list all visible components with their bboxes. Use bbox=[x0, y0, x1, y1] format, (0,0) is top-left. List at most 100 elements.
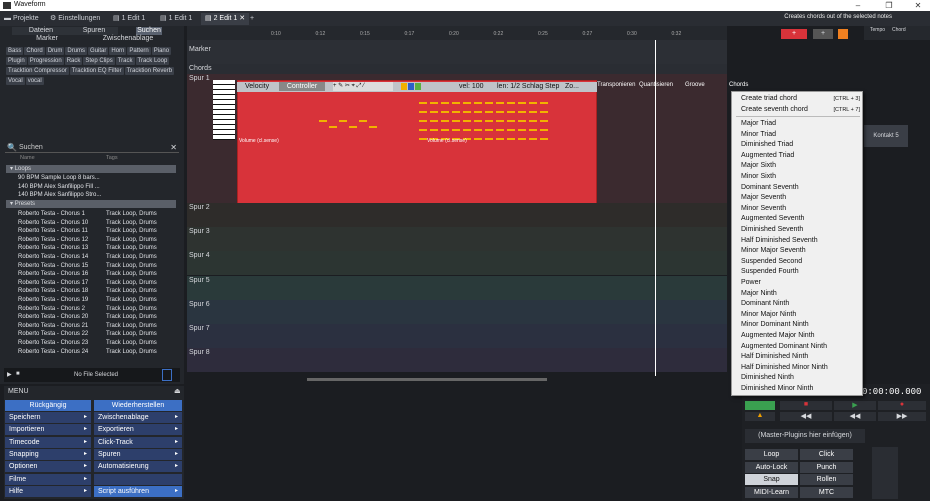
record-button[interactable]: + bbox=[781, 29, 807, 39]
list-item[interactable]: Roberto Testa - Chorus 10 Track Loop, Dru… bbox=[6, 219, 176, 228]
ruler[interactable]: 0:10 0:12 0:15 0:17 0:20 0:22 0:25 0:27 0:30 0:32 bbox=[187, 26, 727, 40]
zoom-field[interactable]: Zo... bbox=[565, 83, 579, 90]
track-1[interactable]: Spur 1 Velocity Controller + ✎ ✂ ⌖ ⤢ ⁄ v… bbox=[187, 74, 748, 205]
midi-note[interactable] bbox=[474, 102, 482, 104]
menu-item[interactable]: Speichern ▸ bbox=[5, 412, 91, 423]
tag-chip[interactable]: Drums bbox=[65, 47, 88, 55]
menu-item[interactable]: Hilfe ▸ bbox=[5, 485, 91, 497]
piano-keys[interactable] bbox=[213, 80, 235, 140]
midi-note[interactable] bbox=[496, 129, 504, 131]
record-dot-button[interactable]: ● bbox=[878, 401, 926, 410]
list-item[interactable]: Roberto Testa - Chorus 2 Track Loop, Drum… bbox=[6, 305, 176, 314]
transport-button[interactable]: Loop bbox=[745, 449, 798, 460]
tag-chip[interactable]: Tracktion Compressor bbox=[6, 67, 69, 75]
color-swatch-icon[interactable] bbox=[401, 83, 407, 90]
midi-note[interactable] bbox=[507, 111, 515, 113]
play-button[interactable]: ▶ bbox=[834, 401, 876, 410]
tag-chip[interactable]: Track bbox=[115, 57, 135, 65]
tab-suchen[interactable]: Suchen bbox=[136, 27, 162, 35]
group-presets[interactable]: ▾ Presets bbox=[6, 200, 176, 208]
tag-chip[interactable]: Piano bbox=[151, 47, 172, 55]
context-item[interactable]: Augmented Triad bbox=[732, 151, 864, 162]
midi-note[interactable] bbox=[430, 120, 438, 122]
track-7[interactable]: Spur 7 bbox=[187, 324, 727, 348]
midi-note[interactable] bbox=[507, 102, 515, 104]
midi-note[interactable] bbox=[485, 102, 493, 104]
tab-marker[interactable]: Marker bbox=[12, 35, 82, 43]
tab-edit-active[interactable]: ▤ 2 Edit 1 ✕ bbox=[201, 13, 250, 25]
context-item[interactable]: Minor Sixth bbox=[732, 172, 864, 183]
search-box[interactable]: 🔍 Suchen ✕ bbox=[5, 143, 179, 153]
transport-button[interactable]: Rollen bbox=[800, 474, 853, 485]
record-mode-button[interactable]: ■ bbox=[780, 401, 832, 410]
midi-note[interactable] bbox=[430, 129, 438, 131]
settings-icon[interactable] bbox=[838, 29, 848, 39]
tab-edit-a[interactable]: ▤ 1 Edit 1 bbox=[113, 13, 145, 25]
midi-note[interactable] bbox=[339, 120, 347, 122]
playhead[interactable] bbox=[655, 40, 656, 376]
tool-icons[interactable]: + ✎ ✂ ⌖ ⤢ ⁄ bbox=[333, 82, 393, 91]
transpose-dropdown[interactable]: Transponieren bbox=[597, 82, 635, 88]
back-button[interactable]: ◀◀ bbox=[834, 412, 876, 421]
midi-note[interactable] bbox=[419, 129, 427, 131]
midi-note[interactable] bbox=[359, 120, 367, 122]
context-item[interactable]: Major Sixth bbox=[732, 161, 864, 172]
context-item[interactable]: Suspended Fourth bbox=[732, 267, 864, 278]
track-2[interactable]: Spur 2 bbox=[187, 203, 727, 227]
midi-note[interactable] bbox=[441, 120, 449, 122]
midi-note[interactable] bbox=[518, 102, 526, 104]
tag-chip[interactable]: Plugin bbox=[6, 57, 27, 65]
tag-chip[interactable]: Drum bbox=[45, 47, 65, 55]
context-item[interactable]: Dominant Seventh bbox=[732, 183, 864, 194]
track-4[interactable]: Spur 4 bbox=[187, 251, 727, 276]
midi-note[interactable] bbox=[463, 129, 471, 131]
context-item[interactable]: Minor Triad bbox=[732, 130, 864, 141]
midi-note[interactable] bbox=[485, 138, 493, 140]
add-track-button[interactable]: + bbox=[813, 29, 833, 39]
midi-note[interactable] bbox=[507, 120, 515, 122]
maximize-icon[interactable]: ❐ bbox=[879, 0, 899, 11]
list-item[interactable]: 140 BPM Alex Sanfilippo Fill ... bbox=[6, 183, 176, 192]
midi-note[interactable] bbox=[474, 129, 482, 131]
tag-chip[interactable]: Chord bbox=[24, 47, 45, 55]
groove-dropdown[interactable]: Groove bbox=[685, 82, 705, 88]
context-item[interactable]: Major Seventh bbox=[732, 193, 864, 204]
search-input[interactable]: Suchen bbox=[19, 144, 43, 151]
color-swatch-icon[interactable] bbox=[415, 83, 421, 90]
context-item[interactable]: Diminished Minor Ninth bbox=[732, 384, 864, 395]
track-8[interactable]: Spur 8 bbox=[187, 348, 727, 373]
context-item[interactable]: Augmented Seventh bbox=[732, 214, 864, 225]
list-item[interactable]: Roberto Testa - Chorus 21 Track Loop, Dru… bbox=[6, 322, 176, 331]
menu-item[interactable]: Optionen ▸ bbox=[5, 461, 91, 473]
list-item[interactable]: Roberto Testa - Chorus 14 Track Loop, Dru… bbox=[6, 253, 176, 262]
tag-chip[interactable]: Horn bbox=[109, 47, 127, 55]
menu-item[interactable] bbox=[94, 473, 182, 485]
track-6[interactable]: Spur 6 bbox=[187, 299, 727, 324]
context-item[interactable]: Half Diminished Ninth bbox=[732, 352, 864, 363]
plugin-kontakt[interactable]: Kontakt 5 bbox=[864, 125, 908, 147]
list-item[interactable]: Roberto Testa - Chorus 15 Track Loop, Dru… bbox=[6, 262, 176, 271]
undo-button[interactable]: Rückgängig bbox=[5, 400, 91, 411]
tag-chip[interactable]: Guitar bbox=[88, 47, 109, 55]
tag-chip[interactable]: Vocal bbox=[6, 77, 25, 85]
tag-chip[interactable]: Track Loop bbox=[135, 57, 170, 65]
warning-icon[interactable]: ▲ bbox=[745, 412, 775, 421]
midi-note[interactable] bbox=[452, 120, 460, 122]
midi-note[interactable] bbox=[496, 138, 504, 140]
group-loops[interactable]: ▾ Loops bbox=[6, 165, 176, 173]
controller-tab[interactable]: Controller bbox=[279, 82, 325, 91]
midi-note[interactable] bbox=[452, 102, 460, 104]
close-icon[interactable]: ✕ bbox=[908, 0, 928, 11]
transport-button[interactable]: MIDI-Learn bbox=[745, 486, 798, 498]
midi-note[interactable] bbox=[441, 102, 449, 104]
context-item[interactable]: Create seventh chord [CTRL + 7] bbox=[732, 105, 864, 116]
midi-note[interactable] bbox=[540, 138, 548, 140]
menu-item[interactable]: Importieren ▸ bbox=[5, 424, 91, 436]
midi-note[interactable] bbox=[540, 129, 548, 131]
midi-note[interactable] bbox=[529, 120, 537, 122]
midi-note[interactable] bbox=[485, 111, 493, 113]
context-item[interactable]: Major Triad bbox=[732, 119, 864, 130]
midi-note[interactable] bbox=[474, 111, 482, 113]
tab-dateien[interactable]: Dateien bbox=[12, 27, 70, 35]
midi-note[interactable] bbox=[419, 102, 427, 104]
